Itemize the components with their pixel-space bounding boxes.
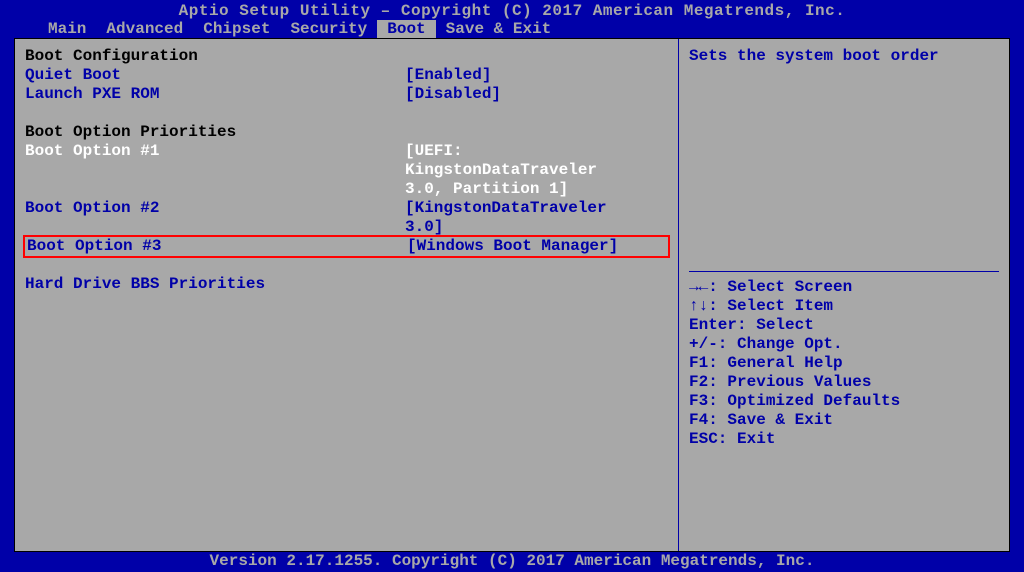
- boot-option-2-row[interactable]: Boot Option #2 [KingstonDataTraveler 3.0…: [25, 199, 668, 237]
- boot-option-3-label: Boot Option #3: [27, 237, 407, 256]
- boot-option-1-value: [UEFI: KingstonDataTraveler 3.0, Partiti…: [405, 142, 668, 199]
- main-panel: Boot Configuration Quiet Boot [Enabled] …: [15, 39, 679, 551]
- boot-option-2-label: Boot Option #2: [25, 199, 405, 237]
- quiet-boot-value: [Enabled]: [405, 66, 668, 85]
- boot-option-3-row[interactable]: Boot Option #3 [Windows Boot Manager]: [25, 237, 668, 256]
- boot-configuration-header: Boot Configuration: [25, 47, 668, 66]
- boot-option-1-label: Boot Option #1: [25, 142, 405, 199]
- bios-header: Aptio Setup Utility – Copyright (C) 2017…: [0, 0, 1024, 38]
- bios-footer: Version 2.17.1255. Copyright (C) 2017 Am…: [0, 552, 1024, 572]
- spacer: [25, 104, 668, 123]
- highlight-box: Boot Option #3 [Windows Boot Manager]: [23, 235, 670, 258]
- menu-main[interactable]: Main: [38, 20, 96, 38]
- menu-security[interactable]: Security: [280, 20, 377, 38]
- hard-drive-bbs-row[interactable]: Hard Drive BBS Priorities: [25, 275, 668, 294]
- menu-chipset[interactable]: Chipset: [193, 20, 280, 38]
- key-f1: F1: General Help: [689, 354, 999, 373]
- hard-drive-bbs-label: Hard Drive BBS Priorities: [25, 275, 405, 294]
- key-select-screen: →←: Select Screen: [689, 278, 999, 297]
- section-title: Boot Configuration: [25, 47, 198, 66]
- help-divider: [689, 271, 999, 272]
- menu-advanced[interactable]: Advanced: [96, 20, 193, 38]
- key-select-item: ↑↓: Select Item: [689, 297, 999, 316]
- help-panel: Sets the system boot order →←: Select Sc…: [679, 39, 1009, 551]
- menu-bar: Main Advanced Chipset Security Boot Save…: [0, 20, 1024, 38]
- menu-boot[interactable]: Boot: [377, 20, 435, 38]
- boot-option-1-row[interactable]: Boot Option #1 [UEFI: KingstonDataTravel…: [25, 142, 668, 199]
- launch-pxe-value: [Disabled]: [405, 85, 668, 104]
- quiet-boot-label: Quiet Boot: [25, 66, 405, 85]
- context-help: Sets the system boot order: [689, 47, 999, 66]
- menu-save-exit[interactable]: Save & Exit: [436, 20, 562, 38]
- key-enter: Enter: Select: [689, 316, 999, 335]
- boot-option-2-value: [KingstonDataTraveler 3.0]: [405, 199, 668, 237]
- quiet-boot-row[interactable]: Quiet Boot [Enabled]: [25, 66, 668, 85]
- key-change-opt: +/-: Change Opt.: [689, 335, 999, 354]
- launch-pxe-row[interactable]: Launch PXE ROM [Disabled]: [25, 85, 668, 104]
- spacer: [25, 256, 668, 275]
- key-f4: F4: Save & Exit: [689, 411, 999, 430]
- footer-text: Version 2.17.1255. Copyright (C) 2017 Am…: [210, 552, 815, 570]
- boot-priorities-header: Boot Option Priorities: [25, 123, 668, 142]
- section-title: Boot Option Priorities: [25, 123, 236, 142]
- bios-body: Boot Configuration Quiet Boot [Enabled] …: [14, 38, 1010, 552]
- boot-option-3-value: [Windows Boot Manager]: [407, 237, 668, 256]
- bios-title: Aptio Setup Utility – Copyright (C) 2017…: [0, 0, 1024, 20]
- key-f2: F2: Previous Values: [689, 373, 999, 392]
- launch-pxe-label: Launch PXE ROM: [25, 85, 405, 104]
- key-esc: ESC: Exit: [689, 430, 999, 449]
- key-f3: F3: Optimized Defaults: [689, 392, 999, 411]
